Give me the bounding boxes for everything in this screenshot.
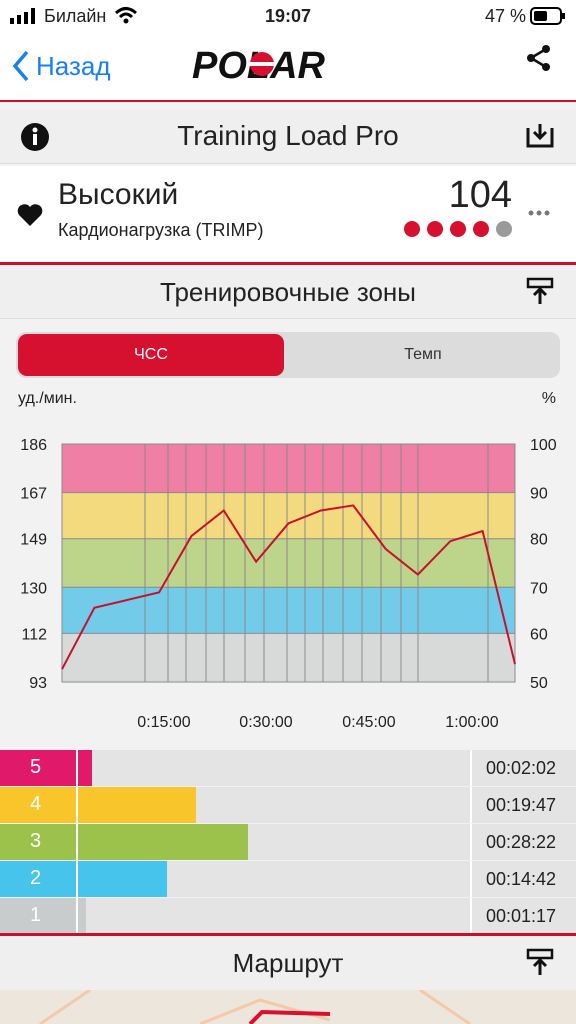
battery-percent: 47 % (484, 6, 526, 26)
zone-duration: 00:19:47 (486, 795, 557, 815)
tab-hr[interactable]: ЧСС (18, 334, 284, 376)
y2-tick-label: 70 (530, 580, 548, 597)
battery-icon (530, 7, 565, 25)
zone-band (62, 587, 515, 634)
y-tick-label: 149 (20, 532, 47, 549)
zone-bar-fill (0, 750, 93, 786)
y-tick-label: 112 (21, 626, 47, 643)
collapse-icon[interactable] (526, 277, 554, 305)
divider (470, 824, 472, 860)
hr-zone-chart: 186 167 149 130 112 93 100 90 80 70 60 50 0:15:00 0:3… (20, 437, 557, 731)
zone-band (62, 538, 515, 588)
zone-number: 1 (30, 904, 42, 926)
divider (470, 861, 472, 897)
right-axis-unit: % (541, 390, 556, 407)
zone-bar-fill (0, 861, 168, 897)
zone-duration: 00:02:02 (486, 758, 557, 778)
divider (0, 100, 576, 102)
navigation-bar: Назад POLAR (0, 34, 576, 100)
back-label: Назад (36, 50, 111, 81)
zones-title: Тренировочные зоны (160, 277, 416, 307)
zone-number: 5 (30, 756, 42, 778)
zone-duration: 00:14:42 (486, 869, 557, 889)
divider (76, 824, 78, 860)
share-icon[interactable] (526, 44, 552, 72)
zone-bar-row: 3 00:28:22 (0, 824, 576, 860)
chevron-left-icon (12, 50, 29, 82)
zone-band (62, 492, 515, 539)
y-tick-label: 130 (20, 580, 47, 597)
divider (470, 750, 472, 786)
load-level-dots (404, 221, 512, 237)
zone-bar-fill (0, 898, 87, 934)
zone-bar-row: 5 00:02:02 (0, 750, 576, 786)
x-tick-label: 0:30:00 (239, 714, 292, 731)
route-title: Маршрут (232, 948, 344, 978)
divider (470, 787, 472, 823)
heart-icon (17, 204, 43, 226)
y-tick-label: 186 (20, 437, 47, 454)
route-map[interactable] (0, 990, 576, 1024)
training-load-header: Training Load Pro (0, 110, 576, 164)
y-tick-label: 167 (20, 486, 47, 503)
load-value: 104 (448, 174, 512, 216)
status-bar: Билайн 19:07 47 % (0, 0, 576, 34)
zones-section-header[interactable]: Тренировочные зоны (0, 265, 576, 319)
zone-band (62, 444, 515, 493)
load-dot (404, 221, 420, 237)
zone-band (62, 633, 515, 682)
export-icon[interactable] (526, 122, 554, 148)
load-level: Высокий (58, 178, 179, 211)
divider (470, 898, 472, 934)
polar-logo: POLAR (192, 45, 326, 86)
zone-number: 2 (30, 867, 42, 889)
zone-bar-row: 1 00:01:17 (0, 898, 576, 934)
route-section-header[interactable]: Маршрут (0, 936, 576, 990)
load-metric-label: Кардионагрузка (TRIMP) (58, 220, 264, 240)
divider (76, 898, 78, 934)
divider (76, 861, 78, 897)
y-tick-label: 93 (29, 675, 47, 692)
more-icon[interactable] (528, 210, 550, 216)
x-tick-label: 0:45:00 (342, 714, 395, 731)
zone-duration: 00:01:17 (486, 906, 557, 926)
x-tick-label: 0:15:00 (137, 714, 190, 731)
y2-tick-label: 80 (530, 532, 548, 549)
y2-tick-label: 50 (530, 675, 548, 692)
zone-bar-row: 4 00:19:47 (0, 787, 576, 823)
load-dot (450, 221, 466, 237)
zone-bar-row: 2 00:14:42 (0, 861, 576, 897)
zone-type-toggle: ЧСС Темп (16, 332, 560, 378)
y2-tick-label: 100 (530, 437, 557, 454)
collapse-icon[interactable] (526, 948, 554, 976)
divider (76, 787, 78, 823)
load-dot (496, 221, 512, 237)
zone-number: 3 (30, 830, 42, 852)
training-load-title: Training Load Pro (177, 120, 399, 151)
zone-duration: 00:28:22 (486, 832, 557, 852)
map-roads (39, 990, 471, 1024)
tab-pace[interactable]: Темп (288, 334, 558, 376)
divider (76, 750, 78, 786)
y2-tick-label: 90 (530, 486, 548, 503)
back-button[interactable]: Назад (12, 48, 111, 84)
x-tick-label: 1:00:00 (445, 714, 498, 731)
y2-tick-label: 60 (530, 626, 548, 643)
load-dot (473, 221, 489, 237)
left-axis-unit: уд./мин. (18, 390, 77, 407)
zone-number: 4 (30, 793, 42, 815)
load-dot (427, 221, 443, 237)
training-load-card: Высокий Кардионагрузка (TRIMP) 104 (0, 166, 576, 262)
